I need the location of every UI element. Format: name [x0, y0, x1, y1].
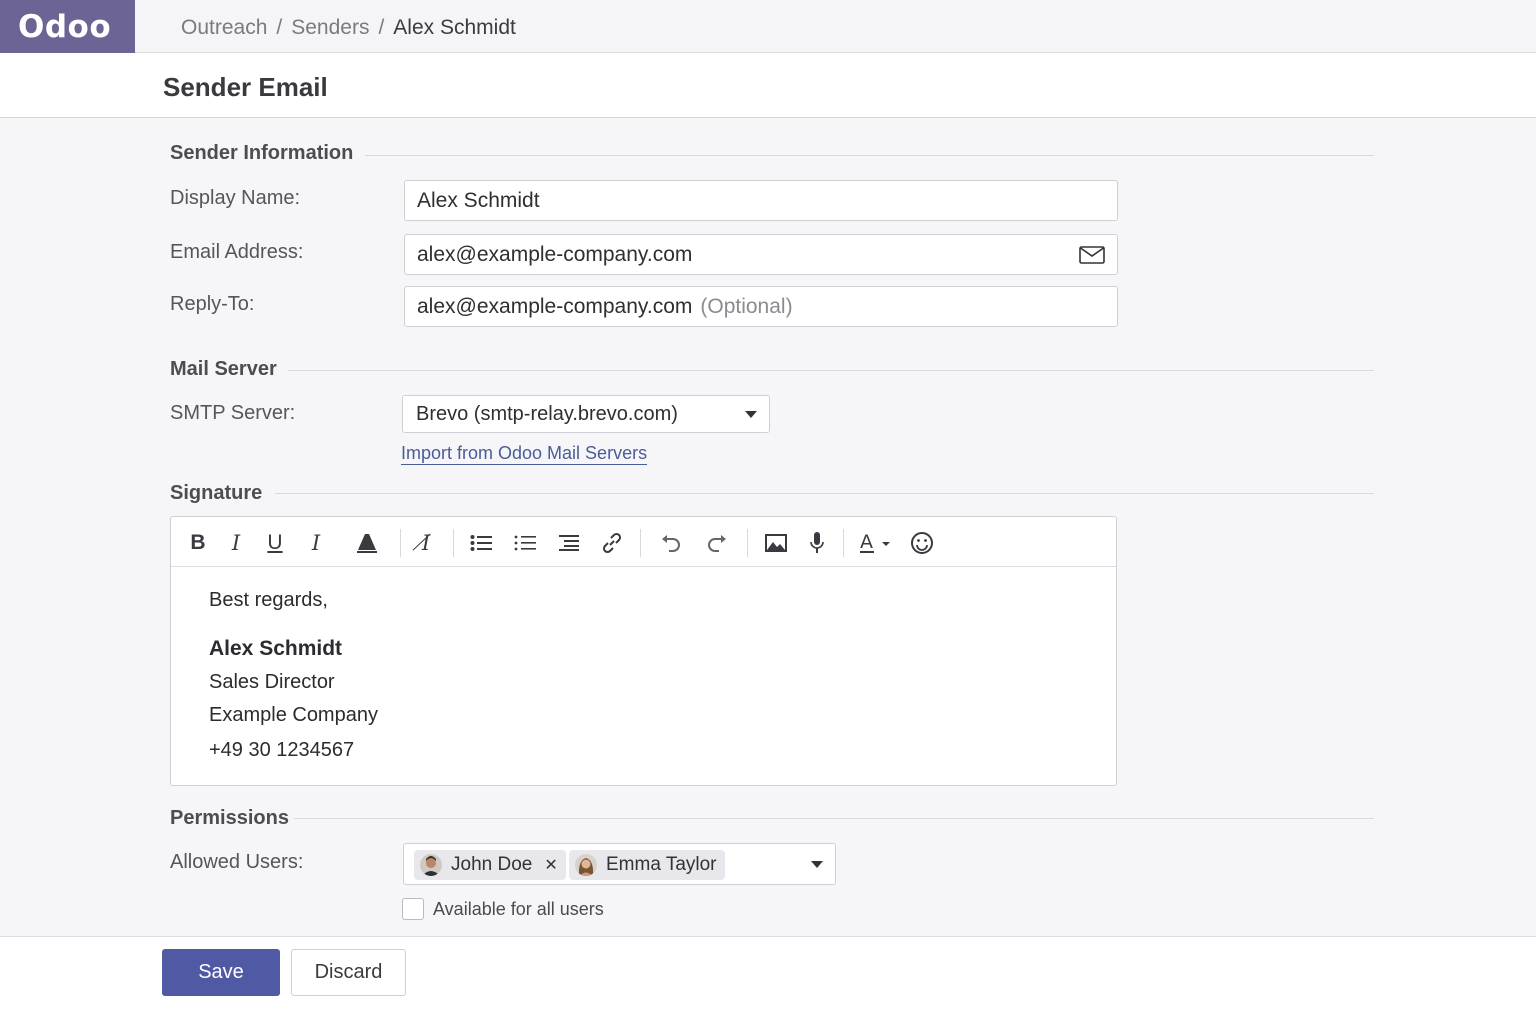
- email-address-value: alex@example-company.com: [417, 242, 693, 266]
- close-icon[interactable]: ✕: [544, 855, 557, 875]
- chevron-down-icon: [745, 411, 757, 418]
- page-title: Sender Email: [163, 72, 328, 102]
- section-divider: [275, 493, 1374, 494]
- italic-alt-icon[interactable]: I: [303, 530, 329, 556]
- breadcrumb: Outreach / Senders / Alex Schmidt: [181, 16, 516, 40]
- bullet-list-icon[interactable]: [468, 530, 494, 556]
- font-color-icon[interactable]: A: [857, 530, 893, 556]
- reply-to-hint: (Optional): [700, 294, 793, 318]
- title-bar: Sender Email: [0, 53, 1536, 118]
- brand-logo[interactable]: Odoo: [0, 0, 135, 53]
- toolbar-divider: [453, 529, 454, 557]
- underline-icon[interactable]: U: [262, 530, 288, 556]
- signature-title: Sales Director: [209, 671, 335, 693]
- breadcrumb-separator: /: [378, 16, 385, 39]
- section-divider: [288, 370, 1374, 371]
- section-title-signature: Signature: [170, 482, 263, 504]
- breadcrumb-separator: /: [276, 16, 283, 39]
- signature-greeting: Best regards,: [209, 589, 328, 611]
- user-tag-emma-taylor: Emma Taylor: [569, 850, 725, 880]
- toolbar-divider: [843, 529, 844, 557]
- user-tag-label: John Doe: [451, 854, 533, 875]
- smtp-server-select[interactable]: Brevo (smtp-relay.brevo.com): [402, 395, 770, 433]
- highlight-icon[interactable]: [354, 530, 380, 556]
- user-tag-john-doe: John Doe ✕: [414, 850, 566, 880]
- section-title-permissions: Permissions: [170, 807, 289, 829]
- emoji-icon[interactable]: [909, 530, 935, 556]
- avatar: [575, 854, 597, 876]
- display-name-value: Alex Schmidt: [417, 188, 540, 212]
- avatar: [420, 854, 442, 876]
- top-bar: Odoo Outreach / Senders / Alex Schmidt: [0, 0, 1536, 53]
- toolbar-divider: [640, 529, 641, 557]
- user-tag-label: Emma Taylor: [606, 854, 717, 875]
- breadcrumb-item-senders[interactable]: Senders: [291, 16, 369, 40]
- reply-to-input[interactable]: alex@example-company.com (Optional): [404, 286, 1118, 327]
- breadcrumb-item-outreach[interactable]: Outreach: [181, 16, 267, 40]
- section-title-mail-server: Mail Server: [170, 358, 277, 380]
- discard-button[interactable]: Discard: [291, 949, 406, 996]
- undo-icon[interactable]: [658, 530, 684, 556]
- section-title-sender-information: Sender Information: [170, 142, 354, 164]
- chevron-down-icon: [811, 861, 823, 868]
- import-mail-servers-link[interactable]: Import from Odoo Mail Servers: [401, 443, 648, 465]
- microphone-icon[interactable]: [804, 530, 830, 556]
- email-address-label: Email Address:: [170, 241, 304, 263]
- image-icon[interactable]: [763, 530, 789, 556]
- smtp-server-value: Brevo (smtp-relay.brevo.com): [416, 402, 678, 425]
- toolbar-divider: [747, 529, 748, 557]
- signature-name: Alex Schmidt: [209, 637, 343, 660]
- reply-to-value: alex@example-company.com: [417, 294, 693, 318]
- allowed-users-select[interactable]: John Doe ✕ Emma Taylor: [403, 843, 836, 885]
- link-icon[interactable]: [599, 530, 625, 556]
- signature-company: Example Company: [209, 704, 378, 726]
- form-footer: Save Discard: [0, 936, 1536, 1024]
- section-divider: [365, 155, 1374, 156]
- reply-to-label: Reply-To:: [170, 293, 255, 315]
- email-address-input[interactable]: alex@example-company.com: [404, 234, 1118, 275]
- redo-icon[interactable]: [704, 530, 730, 556]
- allowed-users-label: Allowed Users:: [170, 851, 304, 873]
- all-users-checkbox-label[interactable]: Available for all users: [433, 899, 604, 920]
- indent-list-icon[interactable]: [556, 530, 582, 556]
- list-icon[interactable]: [512, 530, 538, 556]
- display-name-input[interactable]: Alex Schmidt: [404, 180, 1118, 221]
- smtp-server-label: SMTP Server:: [170, 402, 296, 424]
- clear-format-icon[interactable]: I̸: [413, 530, 439, 556]
- toolbar-divider: [400, 529, 401, 557]
- signature-phone: +49 30 1234567: [209, 739, 355, 761]
- bold-icon[interactable]: B: [185, 530, 211, 556]
- editor-toolbar: B I U I I̸ A: [171, 517, 1116, 567]
- italic-icon[interactable]: I: [223, 530, 249, 556]
- signature-editor: B I U I I̸ A Best regards, Alex Schmidt …: [170, 516, 1117, 786]
- display-name-label: Display Name:: [170, 187, 301, 209]
- section-divider: [294, 818, 1374, 819]
- all-users-checkbox[interactable]: [402, 898, 424, 920]
- svg-text:A: A: [860, 531, 873, 553]
- breadcrumb-current: Alex Schmidt: [393, 16, 516, 39]
- save-button[interactable]: Save: [162, 949, 280, 996]
- envelope-icon: [1079, 246, 1105, 270]
